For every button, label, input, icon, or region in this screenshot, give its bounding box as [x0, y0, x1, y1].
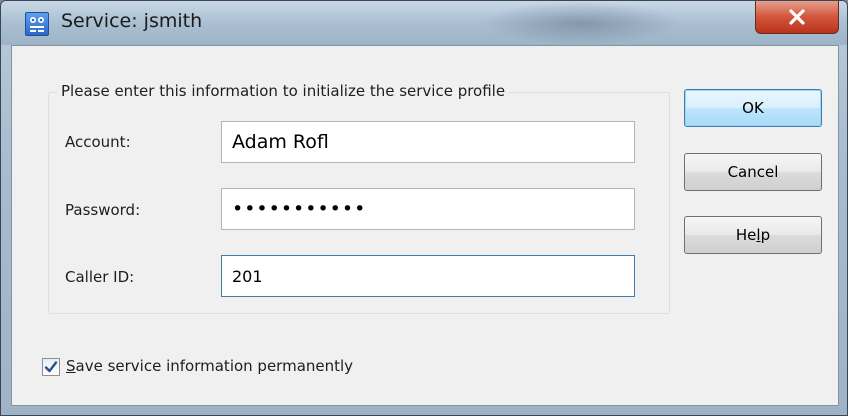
password-field[interactable] — [221, 188, 635, 230]
service-profile-group: Please enter this information to initial… — [48, 82, 670, 314]
checkmark-icon — [44, 361, 58, 373]
help-label-suffix: p — [760, 226, 771, 244]
close-icon — [789, 9, 805, 25]
save-label-mnemonic: S — [66, 357, 76, 375]
account-label: Account: — [65, 133, 131, 151]
password-label: Password: — [65, 201, 141, 219]
save-label-rest: ave service information permanently — [75, 357, 354, 375]
dialog-body: Please enter this information to initial… — [11, 45, 839, 406]
service-dialog: Service: jsmith Please enter this inform… — [0, 0, 848, 416]
save-permanently-label[interactable]: Save service information permanently — [66, 357, 353, 375]
cancel-button[interactable]: Cancel — [684, 153, 822, 191]
caller-id-label: Caller ID: — [65, 268, 135, 286]
window-title: Service: jsmith — [61, 10, 203, 32]
save-permanently-checkbox[interactable] — [42, 358, 60, 376]
title-bar[interactable]: Service: jsmith — [1, 1, 847, 45]
close-button[interactable] — [755, 1, 839, 34]
ok-button[interactable]: OK — [684, 89, 822, 127]
caller-id-field[interactable] — [221, 255, 635, 297]
help-button[interactable]: He l p — [684, 216, 822, 254]
service-app-icon[interactable] — [25, 12, 49, 36]
help-label-prefix: He — [735, 226, 757, 244]
account-field[interactable] — [221, 121, 635, 163]
group-legend: Please enter this information to initial… — [57, 82, 510, 100]
service-app-icon-graphic — [30, 17, 44, 32]
